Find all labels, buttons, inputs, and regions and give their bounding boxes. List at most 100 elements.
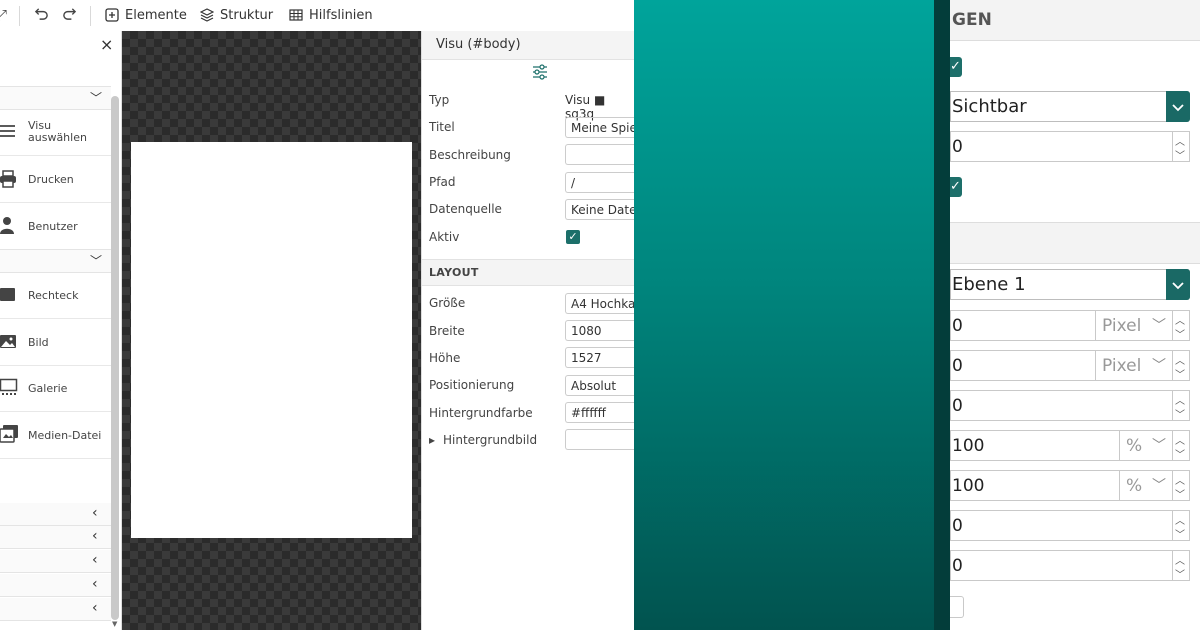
undo-icon[interactable] — [32, 6, 50, 24]
aktiv-checkbox[interactable]: ✓ — [566, 230, 580, 244]
palette-item-rectangle[interactable]: Rechteck — [0, 272, 111, 319]
x-value: 0 — [952, 316, 963, 336]
structure-label: Struktur — [220, 7, 274, 23]
width-stepper[interactable]: ︿ ﹀ — [1172, 430, 1190, 461]
x-stepper[interactable]: ︿ ﹀ — [1172, 310, 1190, 341]
number-input[interactable]: 0 — [950, 510, 1173, 541]
hoehe-input[interactable]: 1527 — [565, 347, 635, 368]
y-stepper[interactable]: ︿ ﹀ — [1172, 350, 1190, 381]
palette-collapsed-group[interactable]: ‹ — [0, 550, 111, 573]
width-input[interactable]: 100 — [950, 430, 1120, 461]
hintergrundbild-input[interactable] — [565, 429, 635, 450]
checkbox[interactable] — [950, 596, 964, 618]
layout-section-header[interactable]: LAYOUT — [422, 259, 635, 286]
hoehe-label: Höhe — [429, 351, 461, 365]
z-index-input[interactable]: 0 — [950, 390, 1173, 421]
datenquelle-select[interactable]: Keine Dater — [565, 199, 635, 220]
x-unit-select[interactable]: Pixel ﹀ — [1096, 310, 1173, 341]
palette-item-select-visu[interactable]: Visu auswählen — [0, 109, 111, 156]
media-file-icon — [0, 425, 18, 443]
close-icon[interactable]: × — [100, 35, 113, 54]
element-palette: × ﹀ Visu auswählen Drucken Benutzer ﹀ Re… — [0, 31, 122, 630]
palette-item-media-file[interactable]: Medien-Datei — [0, 412, 111, 459]
chevron-down-icon: ﹀ — [90, 91, 103, 105]
elements-button[interactable]: Elemente — [105, 5, 187, 25]
width-unit-select[interactable]: % ﹀ — [1120, 430, 1173, 461]
palette-item-image[interactable]: Bild — [0, 319, 111, 366]
y-position-input[interactable]: 0 — [950, 350, 1096, 381]
chevron-down-icon: ﹀ — [1152, 438, 1166, 454]
height-stepper[interactable]: ︿ ﹀ — [1172, 470, 1190, 501]
number-stepper[interactable]: ︿ ﹀ — [1172, 131, 1190, 162]
layer-value: Ebene 1 — [952, 274, 1026, 295]
redo-icon[interactable] — [60, 6, 78, 24]
expand-triangle-icon[interactable]: ▸ — [429, 433, 435, 447]
pfad-input[interactable]: / — [565, 172, 635, 193]
palette-collapsed-group[interactable]: ‹ — [0, 598, 111, 621]
page-sheet[interactable] — [131, 142, 412, 538]
palette-scrollbar[interactable] — [111, 96, 119, 620]
width-unit: % — [1126, 436, 1143, 456]
properties-panel: Visu (#body) Typ Visu ■ sq3q Titel Meine… — [421, 31, 635, 630]
palette-item-gallery[interactable]: Galerie — [0, 365, 111, 412]
panel-divider — [934, 0, 950, 630]
layer-select[interactable]: Ebene 1 — [950, 269, 1190, 300]
x-position-input[interactable]: 0 — [950, 310, 1096, 341]
height-input[interactable]: 100 — [950, 470, 1120, 501]
groesse-select[interactable]: A4 Hochkar — [565, 293, 635, 314]
properties-title: Visu (#body) — [436, 37, 521, 52]
visibility-select[interactable]: Sichtbar — [950, 91, 1190, 122]
hintergrundbild-label[interactable]: Hintergrundbild — [443, 433, 537, 447]
positionierung-select[interactable]: Absolut — [565, 375, 635, 396]
palette-group-header[interactable]: ﹀ — [0, 249, 111, 273]
datenquelle-label: Datenquelle — [429, 202, 502, 216]
expand-icon[interactable]: ⤢ — [0, 6, 10, 24]
sliders-icon[interactable] — [532, 64, 548, 80]
scroll-down-arrow-icon[interactable]: ▼ — [112, 620, 117, 628]
palette-collapsed-group[interactable]: ‹ — [0, 503, 111, 526]
hintergrundfarbe-input[interactable]: #ffffff — [565, 402, 635, 423]
chevron-left-icon: ‹ — [92, 600, 98, 616]
pfad-label: Pfad — [429, 175, 456, 189]
y-value: 0 — [952, 356, 963, 376]
palette-collapsed-group[interactable]: ‹ — [0, 526, 111, 549]
breite-label: Breite — [429, 324, 465, 338]
beschreibung-input[interactable] — [565, 144, 635, 165]
height-unit-select[interactable]: % ﹀ — [1120, 470, 1173, 501]
guides-button[interactable]: Hilfslinien — [289, 5, 373, 25]
titel-input[interactable]: Meine Spiel — [565, 117, 635, 138]
number-input[interactable]: 0 — [950, 550, 1173, 581]
palette-item-label: Rechteck — [28, 289, 79, 302]
layers-icon — [200, 8, 214, 22]
y-unit-select[interactable]: Pixel ﹀ — [1096, 350, 1173, 381]
layout-section-title: LAYOUT — [429, 266, 479, 279]
number-stepper[interactable]: ︿ ﹀ — [1172, 510, 1190, 541]
breite-input[interactable]: 1080 — [565, 320, 635, 341]
list-icon — [0, 125, 15, 137]
zoom-section-header — [950, 222, 1200, 264]
structure-button[interactable]: Struktur — [200, 5, 273, 25]
image-icon — [0, 335, 16, 348]
palette-item-print[interactable]: Drucken — [0, 156, 111, 203]
toolbar-divider — [90, 6, 91, 26]
number-stepper[interactable]: ︿ ﹀ — [1172, 550, 1190, 581]
height-unit: % — [1126, 476, 1143, 496]
toolbar-divider — [19, 6, 20, 26]
palette-item-user[interactable]: Benutzer — [0, 203, 111, 250]
aktiv-label: Aktiv — [429, 230, 460, 244]
titel-label: Titel — [429, 120, 455, 134]
number-value: 0 — [952, 516, 963, 536]
plus-square-icon — [105, 8, 119, 22]
checkbox[interactable]: ✓ — [950, 57, 962, 77]
gallery-icon — [0, 378, 18, 395]
chevron-down-icon[interactable] — [1166, 91, 1190, 122]
beschreibung-label: Beschreibung — [429, 148, 511, 162]
checkbox[interactable]: ✓ — [950, 177, 962, 197]
zoomed-properties: GEN ✓ Sichtbar 0 ︿ ﹀ ✓ Ebene 1 0 Pixel ﹀ ︿… — [950, 0, 1200, 630]
chevron-down-icon[interactable] — [1166, 269, 1190, 300]
number-input[interactable]: 0 — [950, 131, 1173, 162]
chevron-down-icon: ﹀ — [1152, 478, 1166, 494]
palette-group-header[interactable]: ﹀ — [0, 86, 111, 110]
palette-collapsed-group[interactable]: ‹ — [0, 574, 111, 597]
z-stepper[interactable]: ︿ ﹀ — [1172, 390, 1190, 421]
